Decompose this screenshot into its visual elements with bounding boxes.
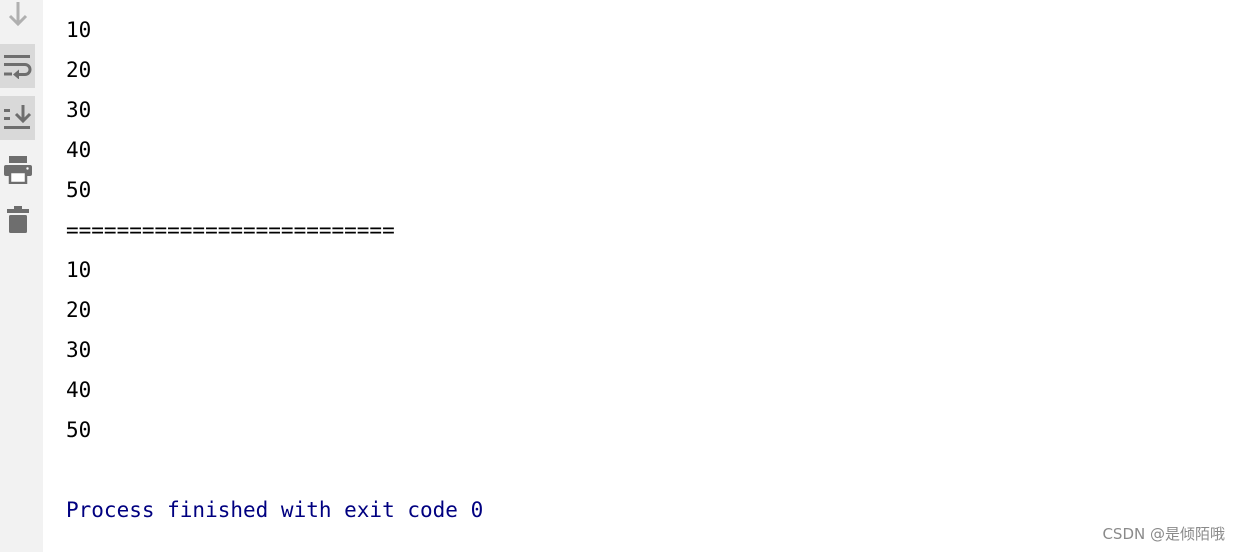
output-line: 50 — [66, 418, 92, 442]
console-toolbar — [0, 0, 43, 552]
scroll-to-end-icon[interactable] — [0, 96, 35, 140]
watermark: CSDN @是倾陌哦 — [1102, 525, 1225, 543]
output-line: 10 — [66, 258, 92, 282]
output-line: 50 — [66, 178, 92, 202]
output-line: 40 — [66, 138, 92, 162]
soft-wrap-icon[interactable] — [0, 44, 35, 88]
output-line: 40 — [66, 378, 92, 402]
output-line: 30 — [66, 338, 92, 362]
separator-line: ========================== — [66, 218, 395, 242]
scroll-down-arrow-icon[interactable] — [0, 0, 35, 36]
trash-icon[interactable] — [0, 198, 35, 242]
console-output: 10 20 30 40 50 =========================… — [66, 0, 1240, 552]
output-line: 30 — [66, 98, 92, 122]
output-line: 20 — [66, 298, 92, 322]
process-finished-message: Process finished with exit code 0 — [66, 498, 484, 522]
output-line: 20 — [66, 58, 92, 82]
print-icon[interactable] — [0, 148, 35, 192]
output-line: 10 — [66, 18, 92, 42]
